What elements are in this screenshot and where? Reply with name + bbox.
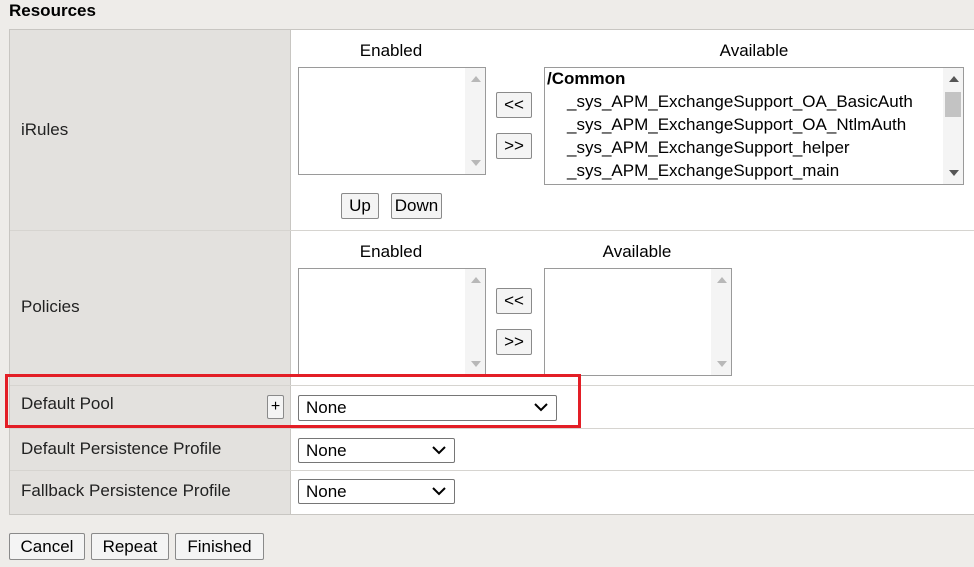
row-divider [10,428,974,429]
fallback-persistence-value: None [306,481,347,501]
irules-down-button[interactable]: Down [391,193,442,219]
list-item[interactable]: _sys_APM_ExchangeSupport_OA_NtlmAuth [567,115,906,135]
scroll-up-icon[interactable] [471,76,481,82]
chevron-down-icon [534,403,548,412]
policies-move-left-button[interactable]: << [496,288,532,314]
policies-move-right-button[interactable]: >> [496,329,532,355]
policies-label: Policies [21,297,80,316]
irules-available-list[interactable]: /Common _sys_APM_ExchangeSupport_OA_Basi… [544,67,964,185]
irules-enabled-list[interactable] [298,67,486,175]
scroll-down-icon[interactable] [471,160,481,166]
irules-available-scrollbar[interactable] [943,68,963,184]
list-group-header[interactable]: /Common [547,69,625,89]
scroll-up-icon[interactable] [717,277,727,283]
cancel-button[interactable]: Cancel [9,533,85,560]
scroll-thumb[interactable] [945,92,961,117]
list-item[interactable]: _sys_APM_ExchangeSupport_helper [567,138,850,158]
chevron-down-icon [432,486,446,495]
irules-move-right-button[interactable]: >> [496,133,532,159]
policies-available-header: Available [602,242,672,261]
chevron-down-icon [432,445,446,454]
default-persistence-select[interactable]: None [298,438,455,463]
list-item[interactable]: _sys_APM_ExchangeSupport_main [567,161,839,181]
irules-up-button[interactable]: Up [341,193,379,219]
section-title: Resources [9,1,96,20]
scroll-down-icon[interactable] [949,170,959,176]
scroll-down-icon[interactable] [471,361,481,367]
list-item[interactable]: _sys_APM_ExchangeSupport_OA_BasicAuth [567,92,913,112]
irules-available-header: Available [719,41,789,60]
irules-move-left-button[interactable]: << [496,92,532,118]
policies-available-list[interactable] [544,268,732,376]
scroll-down-icon[interactable] [717,361,727,367]
default-pool-value: None [306,398,347,417]
row-divider [10,385,974,386]
irules-enabled-scrollbar[interactable] [465,68,485,174]
policies-enabled-list[interactable] [298,268,486,376]
add-pool-button[interactable]: + [267,395,284,419]
scroll-up-icon[interactable] [471,277,481,283]
row-divider [10,470,974,471]
default-persistence-value: None [306,440,347,460]
default-pool-label: Default Pool [21,394,114,413]
resources-table: iRules Enabled Available << >> /Common _… [9,29,974,515]
policies-enabled-scrollbar[interactable] [465,269,485,375]
repeat-button[interactable]: Repeat [91,533,169,560]
irules-enabled-header: Enabled [359,41,423,60]
default-pool-select[interactable]: None [298,395,557,421]
irules-label: iRules [21,120,69,139]
policies-enabled-header: Enabled [359,242,423,261]
row-divider [10,230,974,231]
finished-button[interactable]: Finished [175,533,264,560]
policies-available-scrollbar[interactable] [711,269,731,375]
default-persistence-label: Default Persistence Profile [21,439,222,458]
fallback-persistence-select[interactable]: None [298,479,455,504]
scroll-up-icon[interactable] [949,76,959,82]
fallback-persistence-label: Fallback Persistence Profile [21,481,231,500]
